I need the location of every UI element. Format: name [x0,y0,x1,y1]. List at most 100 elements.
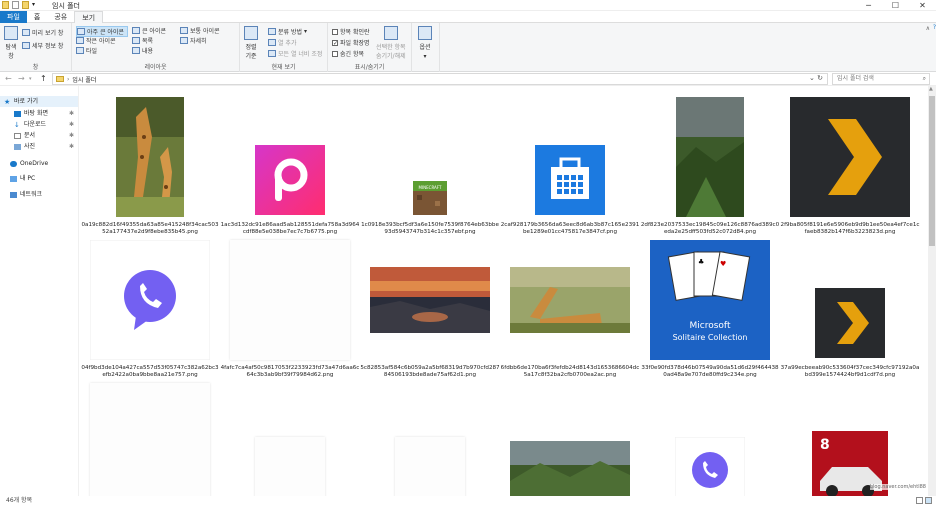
preview-pane-button[interactable]: 미리 보기 창 [22,28,63,37]
ribbon-collapse-icon[interactable]: ∧ [926,25,930,32]
list-icon [132,37,140,44]
scrollbar-thumb[interactable] [929,96,935,246]
hide-selected-icon [383,26,398,40]
thumbnail: ♣ ♥ Microsoft Solitaire Collection [640,236,780,364]
details-view-icon[interactable] [916,497,923,504]
navigation-pane: ★ 바로 가기 바탕 화면 ✱ ↓ 다운로드 ✱ 문서 ✱ 사진 ✱ OneDrive … [0,86,79,496]
file-item[interactable]: 2df823e2037533ec19845c09e126c8876ad389c0… [640,93,780,239]
file-item[interactable]: 2caf928179b3656da63eec8d6ab3b87c165e2391… [500,93,640,239]
svg-text:8: 8 [820,437,830,453]
scroll-up-icon[interactable]: ▲ [929,86,933,92]
file-item[interactable]: 04f9bd3de104a427ca557d53f05747c382a62bc3… [80,236,220,382]
thumbnail [640,379,780,496]
fit-columns-icon [268,50,276,57]
tab-home[interactable]: 홈 [27,11,47,23]
nav-pane-button[interactable]: 탐색 창 [4,26,18,60]
file-item[interactable]: 2f9ba805f8191e6e5906eb9d9b1ee50ea4ef7ce1… [780,93,920,239]
file-item[interactable]: ♣ ♥ Microsoft Solitaire Collection 33f0e… [640,236,780,382]
close-button[interactable]: ✕ [909,0,936,11]
file-item[interactable] [500,379,640,496]
recent-dropdown-icon[interactable]: ▾ [29,76,32,82]
search-input[interactable]: 임시 폴더 검색 ⌕ [832,73,930,85]
file-item[interactable]: 5c82853af584c6b059a2a5bf68319d7b970cfd28… [360,236,500,382]
checkbox-icon[interactable] [332,50,338,57]
sidebar-item-documents[interactable]: 문서 ✱ [0,130,78,141]
pane-group-label: 창 [32,64,39,71]
layout-list[interactable]: 목록 [132,36,153,45]
giraffe-image [510,267,630,333]
file-item[interactable]: 6fdbb6de170ba6f3fefdb24d8143d1653686604d… [500,236,640,382]
group-by-button[interactable]: 분류 방법 ▾ [268,27,307,36]
extensions-toggle[interactable]: ✓ 파일 확장명 [332,38,370,47]
checkbox-icon[interactable] [332,28,338,35]
file-item[interactable]: 0a19c882d16f49355da63a85e415248f34cac503… [80,93,220,239]
file-item[interactable]: MINECRAFT 1c0918e393bcf5df3a6e150fe7539f… [360,93,500,239]
add-columns-button[interactable]: 열 추가 [268,38,296,47]
file-item[interactable] [80,379,220,496]
forward-arrow-icon[interactable]: → [18,74,25,83]
tab-file[interactable]: 파일 [0,11,27,23]
item-checkboxes-toggle[interactable]: 항목 확인란 [332,27,370,36]
content-icon [132,47,140,54]
pane-group: 탐색 창 미리 보기 창 세부 정보 창 창 [0,23,72,72]
sidebar-item-network[interactable]: 네트워크 [0,189,78,200]
layout-medium-icons[interactable]: 보통 아이콘 [180,26,220,35]
file-item[interactable] [360,379,500,496]
layout-large-icons[interactable]: 큰 아이콘 [132,26,166,35]
status-bar: 46개 항목 [0,496,936,507]
properties-icon[interactable] [12,1,19,9]
refresh-icon[interactable]: ⌄ ↻ [809,74,823,82]
sort-by-button[interactable]: 정렬 기준 [244,26,258,60]
layout-content[interactable]: 내용 [132,46,153,55]
layout-tiles[interactable]: 타일 [76,46,97,55]
sidebar-item-desktop[interactable]: 바탕 화면 ✱ [0,108,78,119]
options-group: 옵션 ▾ [412,23,440,72]
sidebar-item-quick-access[interactable]: ★ 바로 가기 [0,96,78,107]
group-by-icon [268,28,276,35]
large-icons-view-icon[interactable] [925,497,932,504]
layout-small-icons[interactable]: 작은 아이콘 [76,36,116,45]
new-folder-icon[interactable] [22,1,29,9]
sidebar-item-pictures[interactable]: 사진 ✱ [0,141,78,152]
layout-details[interactable]: 자세히 [180,36,207,45]
up-arrow-icon[interactable]: ↑ [40,74,47,83]
details-pane-button[interactable]: 세부 정보 창 [22,41,63,50]
thumbnail [220,379,360,496]
file-item[interactable]: 37a99ecbeeab90c533604f37cec349cfc97192a0… [780,236,920,382]
ribbon-tabs: 파일 홈 공유 보기 [0,11,936,23]
address-path[interactable]: 임시 폴더 [72,75,96,84]
file-item[interactable]: 1ac3d132dc91e86aad5ab128551defa758a3d964… [220,93,360,239]
folder-icon [56,76,64,82]
thumbnail: MINECRAFT [360,93,500,221]
file-item[interactable] [640,379,780,496]
hidden-items-toggle[interactable]: 숨긴 항목 [332,49,364,58]
minecraft-icon: MINECRAFT [413,181,447,215]
view-switcher [916,497,932,504]
svg-text:Microsoft: Microsoft [690,321,731,331]
file-item[interactable] [220,379,360,496]
maximize-button[interactable]: ☐ [882,0,909,11]
small-icons-icon [76,37,84,44]
fit-columns-button[interactable]: 모든 열 너비 조정 [268,49,322,58]
file-item[interactable]: 4fafc7ca4af50c9817053f2233923fd73a47d6aa… [220,236,360,382]
customize-dropdown-icon[interactable]: ▾ [32,1,35,9]
minimize-button[interactable]: ─ [855,0,882,11]
options-button[interactable]: 옵션 ▾ [418,26,432,60]
svg-text:Solitaire Collection: Solitaire Collection [673,333,748,342]
file-item[interactable]: 8 [780,379,920,496]
back-arrow-icon[interactable]: ← [5,74,12,83]
tab-view[interactable]: 보기 [74,11,104,23]
network-icon [10,191,17,198]
file-name: 1c0918e393bcf5df3a6e150fe7539f8764eb63bb… [361,222,499,235]
vertical-scrollbar[interactable]: ▲ [928,86,936,496]
address-bar[interactable]: › 임시 폴더 ⌄ ↻ [52,73,828,85]
sidebar-item-downloads[interactable]: ↓ 다운로드 ✱ [0,119,78,130]
thumbnail [500,379,640,496]
solitaire-icon: ♣ ♥ Microsoft Solitaire Collection [650,240,770,360]
tab-share[interactable]: 공유 [47,11,74,23]
sidebar-item-onedrive[interactable]: OneDrive [0,158,78,169]
sidebar-item-this-pc[interactable]: 내 PC [0,173,78,184]
file-name: 33f0e90fd378d46b07549a90da51d6d29f464438… [641,365,779,378]
hide-selected-button[interactable]: 선택한 항목 숨기기/해제 [376,26,406,60]
checkbox-checked-icon[interactable]: ✓ [332,39,338,46]
